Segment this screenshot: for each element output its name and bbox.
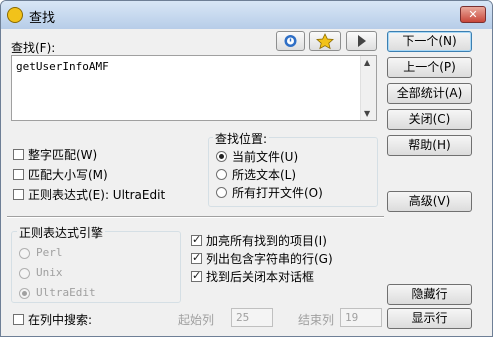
start-column-label: 起始列: [178, 313, 215, 327]
whole-word-checkbox[interactable]: [13, 149, 24, 160]
perl-radio[interactable]: [19, 248, 30, 259]
regex-checkbox[interactable]: [13, 189, 24, 200]
find-dialog: 查找 ✕ 查找(F): getUserInfoAMF ▲ ▼ 下一个(N) 上一…: [0, 0, 493, 337]
find-input-value: getUserInfoAMF: [16, 60, 109, 73]
perl-label[interactable]: Perl: [36, 246, 63, 259]
match-case-label[interactable]: 匹配大小写(M): [28, 166, 108, 183]
regex-engine-title: 正则表达式引擎: [17, 224, 106, 241]
start-column-value: 25: [236, 311, 250, 324]
help-button[interactable]: 帮助(H): [387, 135, 472, 156]
refresh-button[interactable]: [276, 31, 305, 51]
separator: [7, 216, 384, 218]
whole-word-label[interactable]: 整字匹配(W): [28, 146, 97, 163]
find-label: 查找(F):: [11, 41, 56, 55]
count-all-button[interactable]: 全部统计(A): [387, 83, 472, 104]
highlight-all-label[interactable]: 加亮所有找到的项目(I): [206, 232, 327, 249]
find-location-title: 查找位置:: [213, 130, 270, 147]
app-icon: [7, 7, 23, 23]
window-title: 查找: [29, 11, 56, 26]
selected-text-label[interactable]: 所选文本(L): [232, 166, 296, 183]
find-prev-button[interactable]: 上一个(P): [387, 57, 472, 78]
find-textarea[interactable]: getUserInfoAMF ▲ ▼: [11, 55, 377, 121]
current-file-label[interactable]: 当前文件(U): [232, 148, 298, 165]
scroll-down-icon[interactable]: ▼: [364, 109, 370, 118]
unix-label[interactable]: Unix: [36, 266, 63, 279]
ultraedit-radio[interactable]: [19, 288, 30, 299]
close-window-button[interactable]: ✕: [460, 6, 486, 23]
show-lines-button[interactable]: 显示行: [387, 308, 472, 329]
search-in-column-checkbox[interactable]: [13, 314, 24, 325]
selected-text-radio[interactable]: [216, 169, 227, 180]
find-scrollbar[interactable]: ▲ ▼: [360, 56, 376, 120]
current-file-radio[interactable]: [216, 151, 227, 162]
end-column-label: 结束列: [298, 313, 335, 327]
favorites-button[interactable]: [309, 31, 341, 51]
scroll-up-icon[interactable]: ▲: [364, 58, 370, 67]
title-bar: 查找 ✕: [1, 1, 492, 29]
star-icon: [316, 33, 334, 50]
all-open-files-label[interactable]: 所有打开文件(O): [232, 184, 323, 201]
end-column-input[interactable]: 19: [340, 308, 382, 327]
hide-lines-button[interactable]: 隐藏行: [387, 284, 472, 305]
highlight-all-checkbox[interactable]: [191, 233, 202, 246]
list-lines-checkbox[interactable]: [191, 251, 202, 264]
end-column-value: 19: [345, 311, 359, 324]
advanced-button[interactable]: 高级(V): [387, 191, 472, 212]
ultraedit-label[interactable]: UltraEdit: [36, 286, 96, 299]
regex-label[interactable]: 正则表达式(E): UltraEdit: [28, 186, 165, 203]
refresh-icon: [284, 35, 297, 47]
unix-radio[interactable]: [19, 268, 30, 279]
close-after-find-label[interactable]: 找到后关闭本对话框: [206, 268, 314, 285]
play-icon: [358, 35, 366, 47]
close-button[interactable]: 关闭(C): [387, 109, 472, 130]
close-after-find-checkbox[interactable]: [191, 269, 202, 282]
find-next-button[interactable]: 下一个(N): [387, 31, 472, 52]
play-button[interactable]: [346, 31, 377, 51]
all-open-files-radio[interactable]: [216, 187, 227, 198]
search-in-column-label[interactable]: 在列中搜索:: [28, 311, 92, 328]
list-lines-label[interactable]: 列出包含字符串的行(G): [206, 250, 333, 267]
match-case-checkbox[interactable]: [13, 169, 24, 180]
start-column-input[interactable]: 25: [231, 308, 273, 327]
